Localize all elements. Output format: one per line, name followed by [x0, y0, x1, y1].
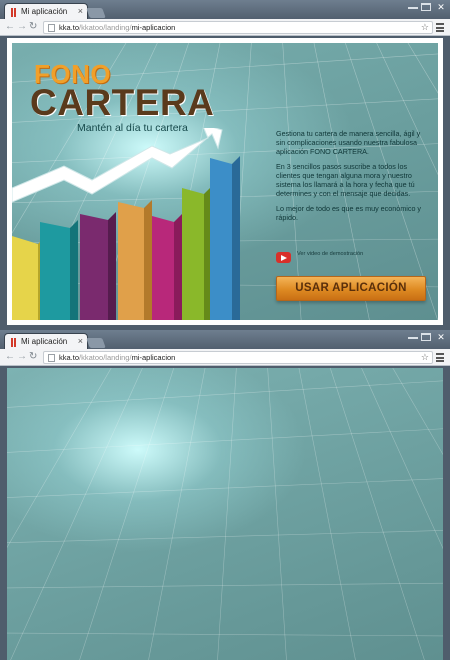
- browser-window-landing: Mi aplicación × ✕ ← → ↻ kka.to/kkatoo/la…: [0, 0, 450, 330]
- window-close-icon[interactable]: ✕: [436, 3, 446, 12]
- tab-close-icon[interactable]: ×: [78, 336, 83, 346]
- new-tab-button[interactable]: [86, 338, 106, 348]
- hamburger-menu-icon[interactable]: [436, 23, 444, 32]
- browser-tab[interactable]: Mi aplicación ×: [4, 333, 88, 350]
- bar-3: [80, 212, 116, 320]
- url-host: kka.to: [59, 353, 80, 362]
- browser-tab[interactable]: Mi aplicación ×: [4, 3, 88, 20]
- minimize-icon[interactable]: [408, 3, 418, 9]
- maximize-icon[interactable]: [421, 3, 431, 11]
- perspective-grid: [7, 368, 443, 660]
- forward-arrow-icon[interactable]: →: [17, 351, 27, 363]
- url-text: kka.to/kkatoo/landing/mi-aplicacion: [59, 23, 175, 32]
- back-arrow-icon[interactable]: ←: [5, 351, 15, 363]
- address-bar[interactable]: kka.to/kkatoo/landing/mi-aplicacion ☆: [43, 21, 433, 34]
- title-bar: Mi aplicación × ✕: [0, 0, 450, 20]
- use-app-button[interactable]: USAR APLICACIÓN: [276, 276, 426, 301]
- page-viewport: FONO CARTERA Mantén al día tu cartera Ge…: [7, 38, 443, 325]
- browser-window-blank: Mi aplicación × ✕ ← → ↻ kka.to/kkatoo/la…: [0, 330, 450, 660]
- address-bar[interactable]: kka.to/kkatoo/landing/mi-aplicacion ☆: [43, 351, 433, 364]
- url-path: /kkatoo/landing/: [79, 353, 132, 362]
- window-close-icon[interactable]: ✕: [436, 333, 446, 342]
- bookmark-star-icon[interactable]: ☆: [421, 352, 429, 363]
- red-bars-favicon-icon: [11, 338, 17, 347]
- demo-video-link[interactable]: Ver video de demostración: [276, 250, 386, 266]
- bar-2: [40, 220, 78, 320]
- description-paragraph-3: Lo mejor de todo es que es muy económico…: [276, 204, 422, 222]
- reload-icon[interactable]: ↻: [29, 21, 37, 33]
- tab-close-icon[interactable]: ×: [78, 6, 83, 16]
- url-slug: mi-aplicacion: [131, 353, 176, 362]
- tab-title: Mi aplicación: [21, 7, 68, 16]
- bar-7: [210, 156, 240, 320]
- back-arrow-icon[interactable]: ←: [5, 21, 15, 33]
- description-paragraph-2: En 3 sencillos pasos suscribe a todos lo…: [276, 162, 415, 198]
- bookmark-star-icon[interactable]: ☆: [421, 22, 429, 33]
- bar-4: [118, 200, 152, 320]
- page-icon: [48, 354, 55, 362]
- reload-icon[interactable]: ↻: [29, 351, 37, 363]
- page-icon: [48, 24, 55, 32]
- browser-toolbar: ← → ↻ kka.to/kkatoo/landing/mi-aplicacio…: [0, 349, 450, 366]
- demo-video-label: Ver video de demostración: [297, 251, 364, 257]
- url-text: kka.to/kkatoo/landing/mi-aplicacion: [59, 353, 175, 362]
- red-bars-favicon-icon: [11, 8, 17, 17]
- logo-cartera: CARTERA: [30, 82, 215, 123]
- maximize-icon[interactable]: [421, 333, 431, 341]
- youtube-play-icon: [276, 252, 291, 263]
- landing-hero: FONO CARTERA Mantén al día tu cartera Ge…: [12, 43, 438, 320]
- browser-toolbar: ← → ↻ kka.to/kkatoo/landing/mi-aplicacio…: [0, 19, 450, 36]
- forward-arrow-icon[interactable]: →: [17, 21, 27, 33]
- hamburger-menu-icon[interactable]: [436, 353, 444, 362]
- bar-5: [152, 214, 182, 320]
- title-bar: Mi aplicación × ✕: [0, 330, 450, 350]
- url-slug: mi-aplicacion: [131, 23, 176, 32]
- new-tab-button[interactable]: [86, 8, 106, 18]
- url-host: kka.to: [59, 23, 80, 32]
- tab-title: Mi aplicación: [21, 337, 68, 346]
- minimize-icon[interactable]: [408, 333, 418, 339]
- description-paragraph-1: Gestiona tu cartera de manera sencilla, …: [276, 129, 421, 156]
- description: Gestiona tu cartera de manera sencilla, …: [276, 129, 431, 228]
- bar-chart-illustration: [12, 128, 240, 320]
- bar-6: [182, 186, 212, 320]
- page-viewport: [7, 368, 443, 660]
- url-path: /kkatoo/landing/: [79, 23, 132, 32]
